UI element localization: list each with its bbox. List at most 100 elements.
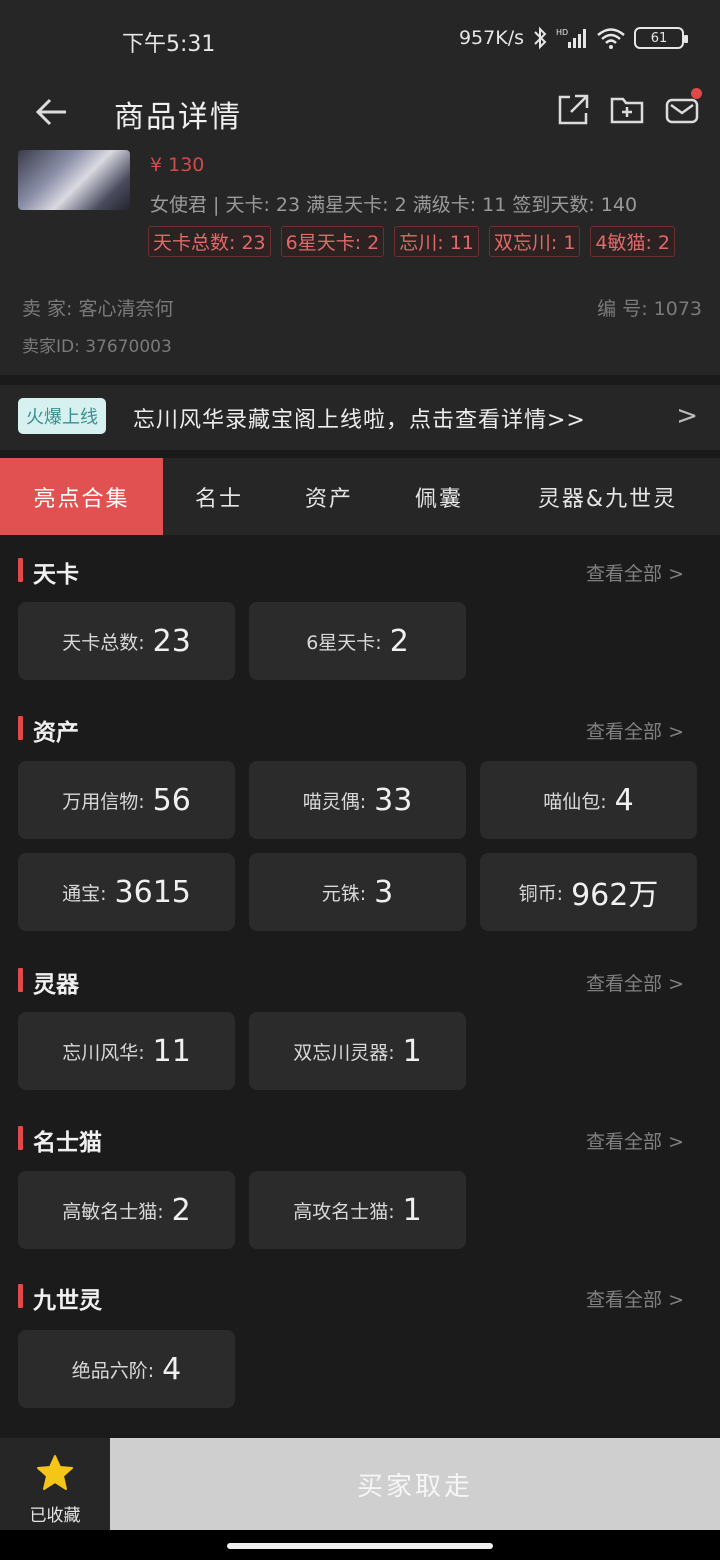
seller-id: 卖家ID: 37670003: [22, 337, 172, 357]
favorite-button[interactable]: 已收藏: [0, 1438, 110, 1530]
section-title: 名士猫: [33, 1130, 102, 1156]
character-avatar: [18, 150, 130, 210]
star-icon: [37, 1455, 73, 1490]
tab-notables[interactable]: 名士: [163, 458, 275, 535]
tab-pouch[interactable]: 佩囊: [383, 458, 495, 535]
stat-label: 忘川风华:: [62, 1041, 145, 1064]
stat-card: 忘川风华: 11: [18, 1012, 235, 1090]
stat-label: 万用信物:: [62, 790, 145, 813]
section-marker: [18, 716, 23, 740]
section-header: 天卡 查看全部 >: [0, 535, 720, 589]
page-title: 商品详情: [114, 100, 242, 135]
section-marker: [18, 1284, 23, 1308]
stat-cards: 绝品六阶: 4: [18, 1330, 697, 1408]
stat-label: 高敏名士猫:: [62, 1200, 164, 1223]
section-artifacts: 灵器 查看全部 > 忘川风华: 11 双忘川灵器: 1: [0, 945, 720, 1095]
tab-highlights[interactable]: 亮点合集: [0, 458, 163, 535]
stat-label: 天卡总数:: [62, 631, 145, 654]
view-all-link[interactable]: 查看全部 >: [586, 969, 684, 996]
svg-text:HD: HD: [556, 28, 568, 37]
product-summary: ¥ 130 女使君 | 天卡: 23 满星天卡: 2 满级卡: 11 签到天数:…: [0, 150, 720, 375]
stat-label: 绝品六阶:: [71, 1359, 155, 1382]
stat-value: 962万: [571, 878, 659, 913]
price: ¥ 130: [150, 154, 205, 176]
chevron-right-icon: >: [676, 401, 698, 431]
banner-text: 忘川风华录藏宝阁上线啦，点击查看详情>>: [133, 408, 586, 433]
stat-label: 高攻名士猫:: [293, 1200, 395, 1223]
stat-card: 天卡总数: 23: [18, 602, 235, 680]
stat-label: 元铢:: [321, 882, 367, 905]
view-all-link[interactable]: 查看全部 >: [586, 1285, 684, 1312]
folder-add-icon[interactable]: [609, 92, 645, 128]
tag: 6星天卡: 2: [280, 226, 385, 257]
back-arrow-icon[interactable]: [32, 92, 72, 132]
stat-label: 铜币:: [518, 882, 564, 905]
battery-level: 61: [650, 30, 668, 46]
stat-value: 33: [374, 782, 413, 818]
divider: [0, 450, 720, 458]
stat-value: 3615: [114, 874, 191, 910]
section-sky-cards: 天卡 查看全部 > 天卡总数: 23 6星天卡: 2: [0, 535, 720, 685]
share-icon[interactable]: [555, 92, 591, 128]
section-title: 九世灵: [33, 1288, 102, 1314]
stat-card: 元铢: 3: [249, 853, 466, 931]
home-indicator[interactable]: [227, 1543, 493, 1549]
view-all-link[interactable]: 查看全部 >: [586, 1127, 684, 1154]
stat-value: 3: [374, 874, 394, 910]
tag: 双忘川: 1: [488, 226, 581, 257]
view-all-link[interactable]: 查看全部 >: [586, 559, 684, 586]
tab-artifacts[interactable]: 灵器&九世灵: [495, 458, 720, 535]
stat-card: 6星天卡: 2: [249, 602, 466, 680]
tab-assets[interactable]: 资产: [275, 458, 383, 535]
bluetooth-icon: [534, 26, 547, 50]
wifi-icon: [597, 28, 625, 49]
status-bar: 下午5:31 957K/s HD 61: [0, 0, 720, 80]
seller-name: 卖 家: 客心清奈何: [22, 298, 174, 320]
favorite-label: 已收藏: [29, 1506, 81, 1526]
section-header: 名士猫 查看全部 >: [0, 1103, 720, 1157]
section-marker: [18, 1126, 23, 1150]
stat-card: 高攻名士猫: 1: [249, 1171, 466, 1249]
stat-label: 双忘川灵器:: [293, 1041, 395, 1064]
signal-icon: HD: [556, 28, 586, 48]
stat-card: 喵灵偶: 33: [249, 761, 466, 839]
section-header: 灵器 查看全部 >: [0, 945, 720, 999]
stat-label: 6星天卡:: [306, 631, 382, 654]
section-assets: 资产 查看全部 > 万用信物: 56 喵灵偶: 33 喵仙包: 4 通宝: 3615 元…: [0, 693, 720, 933]
stat-value: 4: [614, 782, 634, 818]
stat-cards: 万用信物: 56 喵灵偶: 33 喵仙包: 4 通宝: 3615 元铢: 3 铜币: 962…: [18, 761, 697, 931]
section-header: 九世灵 查看全部 >: [0, 1261, 720, 1315]
serial-number: 编 号: 1073: [597, 298, 702, 320]
section-header: 资产 查看全部 >: [0, 693, 720, 747]
app-header: 商品详情: [0, 80, 720, 150]
tag: 忘川: 11: [394, 226, 479, 257]
category-tabs: 亮点合集 名士 资产 佩囊 灵器&九世灵: [0, 458, 720, 535]
stat-label: 喵仙包:: [543, 790, 607, 813]
section-notable-cats: 名士猫 查看全部 > 高敏名士猫: 2 高攻名士猫: 1: [0, 1103, 720, 1253]
section-title: 灵器: [33, 972, 79, 998]
highlights-content: 天卡 查看全部 > 天卡总数: 23 6星天卡: 2 资产 查看全部 > 万用信物:…: [0, 535, 720, 1440]
stat-label: 通宝:: [62, 882, 107, 905]
promo-banner[interactable]: 火爆上线 忘川风华录藏宝阁上线啦，点击查看详情>> >: [0, 385, 720, 450]
bottom-action-bar: 已收藏 买家取走: [0, 1438, 720, 1530]
section-marker: [18, 968, 23, 992]
stat-label: 喵灵偶:: [302, 790, 367, 813]
stat-cards: 高敏名士猫: 2 高攻名士猫: 1: [18, 1171, 697, 1249]
stat-value: 2: [171, 1192, 191, 1228]
stat-card: 喵仙包: 4: [480, 761, 697, 839]
battery-icon: 61: [634, 27, 688, 49]
status-time: 下午5:31: [122, 32, 216, 57]
stat-cards: 忘川风华: 11 双忘川灵器: 1: [18, 1012, 697, 1090]
message-button[interactable]: [664, 88, 704, 132]
stat-value: 23: [152, 623, 191, 659]
view-all-link[interactable]: 查看全部 >: [586, 717, 684, 744]
buy-button[interactable]: 买家取走: [110, 1438, 720, 1530]
stat-card: 绝品六阶: 4: [18, 1330, 235, 1408]
net-speed: 957K/s: [458, 27, 524, 49]
tag: 4敏猫: 2: [590, 226, 676, 257]
stat-card: 高敏名士猫: 2: [18, 1171, 235, 1249]
hot-badge: 火爆上线: [18, 398, 106, 434]
divider: [0, 375, 720, 385]
system-nav-bar: [0, 1530, 720, 1560]
stat-value: 1: [402, 1033, 422, 1069]
